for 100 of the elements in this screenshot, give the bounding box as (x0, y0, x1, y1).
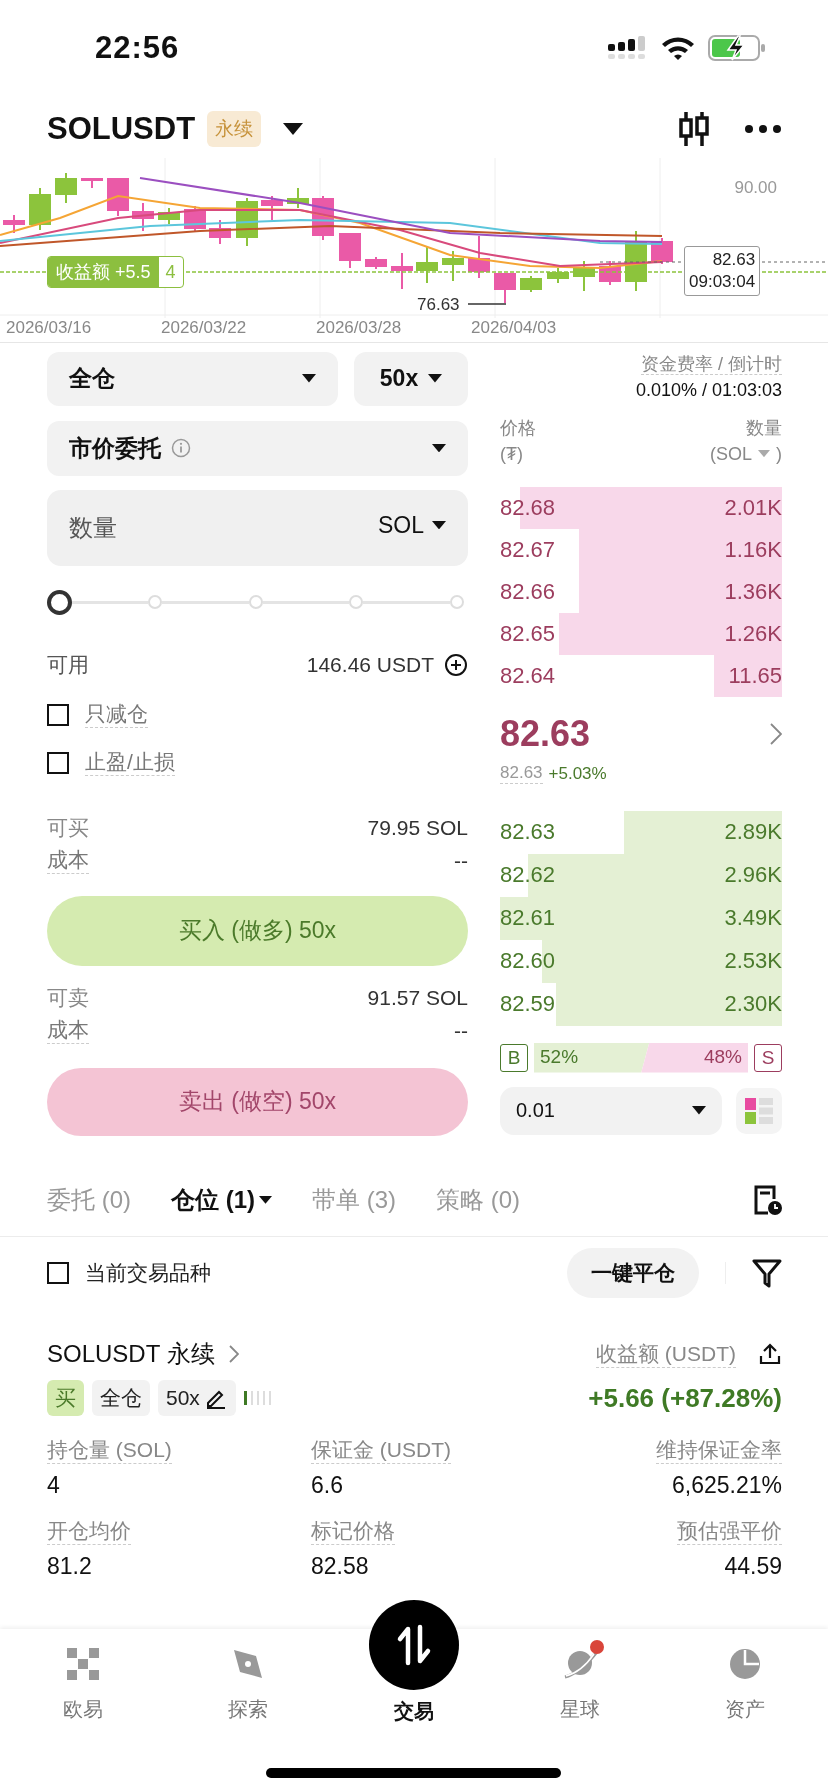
candle (81, 177, 103, 190)
candle (287, 187, 309, 210)
caret-icon (758, 450, 770, 458)
candle (573, 260, 595, 293)
checkbox[interactable] (47, 1262, 69, 1285)
order-quantity: 11.65 (728, 662, 782, 689)
sell-button[interactable]: 卖出 (做空) 50x (47, 1067, 468, 1136)
checkbox[interactable] (47, 703, 69, 726)
order-quantity: 1.36K (724, 578, 782, 605)
candle (29, 187, 51, 232)
order-price[interactable]: 82.64 (500, 662, 556, 689)
step-dot[interactable] (349, 594, 364, 609)
leverage-dropdown[interactable]: 50x (354, 351, 468, 406)
column-header: 数量 (746, 416, 782, 440)
close-all-button[interactable]: 一键平仓 (567, 1248, 699, 1299)
order-price[interactable]: 82.61 (500, 905, 556, 932)
step-dot[interactable] (450, 594, 464, 609)
tab[interactable]: 仓位 (1) (171, 1184, 272, 1217)
available-label: 可用 (47, 651, 89, 678)
option-label[interactable]: 只减仓 (85, 701, 148, 729)
slider-thumb[interactable] (47, 589, 72, 615)
order-quantity: 1.16K (724, 536, 782, 563)
chevron-right-icon[interactable] (228, 1345, 239, 1364)
precision-dropdown[interactable]: 0.01 (500, 1086, 722, 1135)
unit-dropdown[interactable]: SOL (377, 511, 446, 539)
step-dot[interactable] (147, 594, 162, 609)
nav-tab[interactable]: 交易 (331, 1600, 497, 1725)
order-quantity: 2.01K (724, 494, 782, 521)
caret-icon (692, 1106, 706, 1115)
compass-icon (232, 1648, 265, 1680)
nav-tab[interactable]: 欧易 (0, 1644, 166, 1725)
last-price: 82.63 (500, 712, 591, 755)
order-quantity: 3.49K (724, 905, 782, 932)
candle (339, 232, 361, 270)
order-price[interactable]: 82.59 (500, 991, 556, 1018)
battery-icon (708, 33, 766, 62)
tab[interactable]: 带单 (3) (312, 1184, 396, 1217)
column-unit[interactable]: (SOL (710, 440, 752, 467)
tab[interactable]: 委托 (0) (47, 1184, 131, 1217)
order-price[interactable]: 82.65 (500, 620, 556, 647)
available-value: 146.46 USDT (306, 652, 434, 677)
position-title[interactable]: SOLUSDT 永续 (47, 1338, 215, 1371)
info-icon[interactable] (171, 438, 191, 459)
candle (625, 230, 647, 293)
buy-button[interactable]: 买入 (做多) 50x (47, 895, 468, 966)
order-price[interactable]: 82.60 (500, 948, 556, 975)
more-icon[interactable] (744, 123, 782, 134)
candle (442, 250, 464, 283)
option-label[interactable]: 止盈/止损 (85, 749, 175, 777)
caret-icon (428, 374, 443, 383)
symbol-title[interactable]: SOLUSDT (47, 110, 196, 147)
candle (3, 214, 25, 235)
order-history-icon[interactable] (754, 1184, 782, 1217)
cost-value: -- (454, 848, 468, 873)
candlestick-icon[interactable] (678, 109, 710, 148)
order-price[interactable]: 82.68 (500, 494, 556, 521)
mark-price: 82.63 (500, 763, 543, 785)
order-quantity: 2.53K (724, 948, 782, 975)
filter-icon[interactable] (752, 1258, 782, 1289)
nav-tab[interactable]: 资产 (662, 1644, 828, 1725)
nav-tab[interactable]: 探索 (165, 1644, 332, 1725)
chevron-right-icon[interactable] (770, 722, 782, 745)
date-label: 2026/03/22 (161, 318, 248, 339)
max-value: 79.95 SOL (367, 815, 468, 840)
status-time: 22:56 (95, 29, 180, 66)
field-value: 6,625.21% (672, 1471, 782, 1501)
nav-tab[interactable]: 星球 (496, 1644, 663, 1725)
signal-icon (608, 35, 648, 60)
sell-ratio: 48% (703, 1045, 742, 1068)
checkbox[interactable] (47, 751, 69, 774)
add-icon[interactable] (444, 652, 468, 677)
tab[interactable]: 策略 (0) (436, 1184, 520, 1217)
caret-icon[interactable] (283, 122, 304, 135)
pnl-value: +5.66 (+87.28%) (588, 1381, 782, 1415)
cost-label: 成本 (47, 847, 89, 875)
checkbox-label[interactable]: 当前交易品种 (85, 1259, 211, 1288)
order-price[interactable]: 82.67 (500, 536, 556, 563)
field-value: 4 (47, 1471, 61, 1501)
column-header: 价格 (500, 416, 536, 440)
field-value: 81.2 (47, 1552, 93, 1582)
order-price[interactable]: 82.63 (500, 819, 556, 846)
side-tag: 买 (47, 1380, 84, 1417)
leverage-tag[interactable]: 50x (158, 1380, 236, 1417)
margin-mode-dropdown[interactable]: 全仓 (47, 351, 338, 406)
order-price[interactable]: 82.62 (500, 862, 556, 889)
checker-icon (66, 1648, 99, 1680)
caret-icon (302, 374, 316, 383)
cost-label: 成本 (47, 1017, 89, 1045)
step-dot[interactable] (248, 594, 263, 609)
order-quantity: 1.26K (724, 620, 782, 647)
candle (391, 252, 413, 291)
risk-meter-icon (243, 1390, 274, 1407)
layout-button[interactable] (736, 1087, 782, 1134)
contract-badge: 永续 (207, 110, 262, 147)
order-type-dropdown[interactable]: 市价委托 (47, 420, 468, 476)
date-label: 2026/03/16 (6, 318, 93, 339)
candle (599, 260, 621, 287)
price-change: +5.03% (548, 763, 607, 784)
order-price[interactable]: 82.66 (500, 578, 556, 605)
share-icon[interactable] (758, 1342, 782, 1367)
